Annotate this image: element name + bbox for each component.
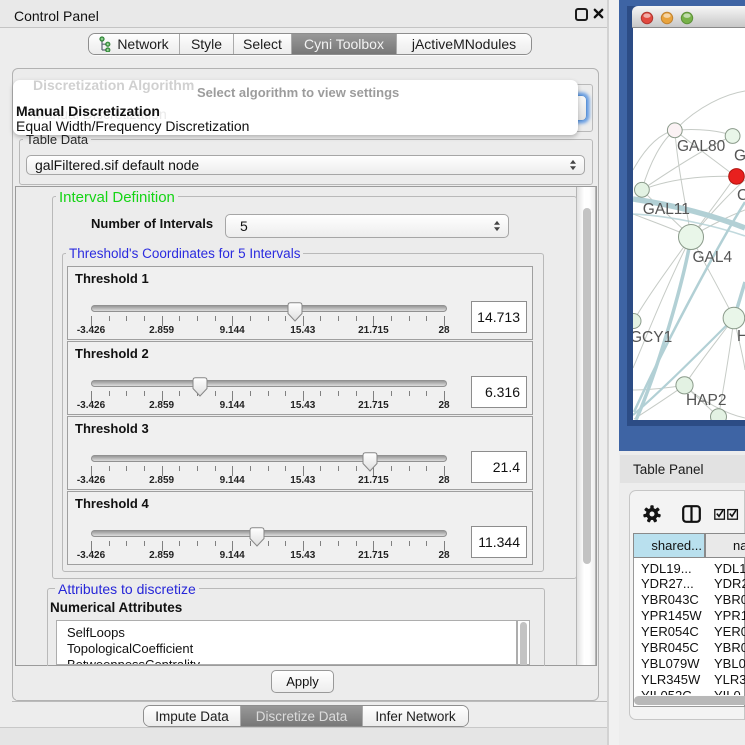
svg-text:H: H <box>737 328 745 345</box>
svg-text:GAL80: GAL80 <box>677 138 726 155</box>
svg-text:GA: GA <box>734 148 745 165</box>
svg-text:GCY1: GCY1 <box>633 329 672 346</box>
svg-text:HAP2: HAP2 <box>686 392 727 409</box>
svg-text:GAL4: GAL4 <box>693 249 733 266</box>
svg-text:GAL11: GAL11 <box>643 201 690 218</box>
svg-text:C: C <box>737 187 745 204</box>
